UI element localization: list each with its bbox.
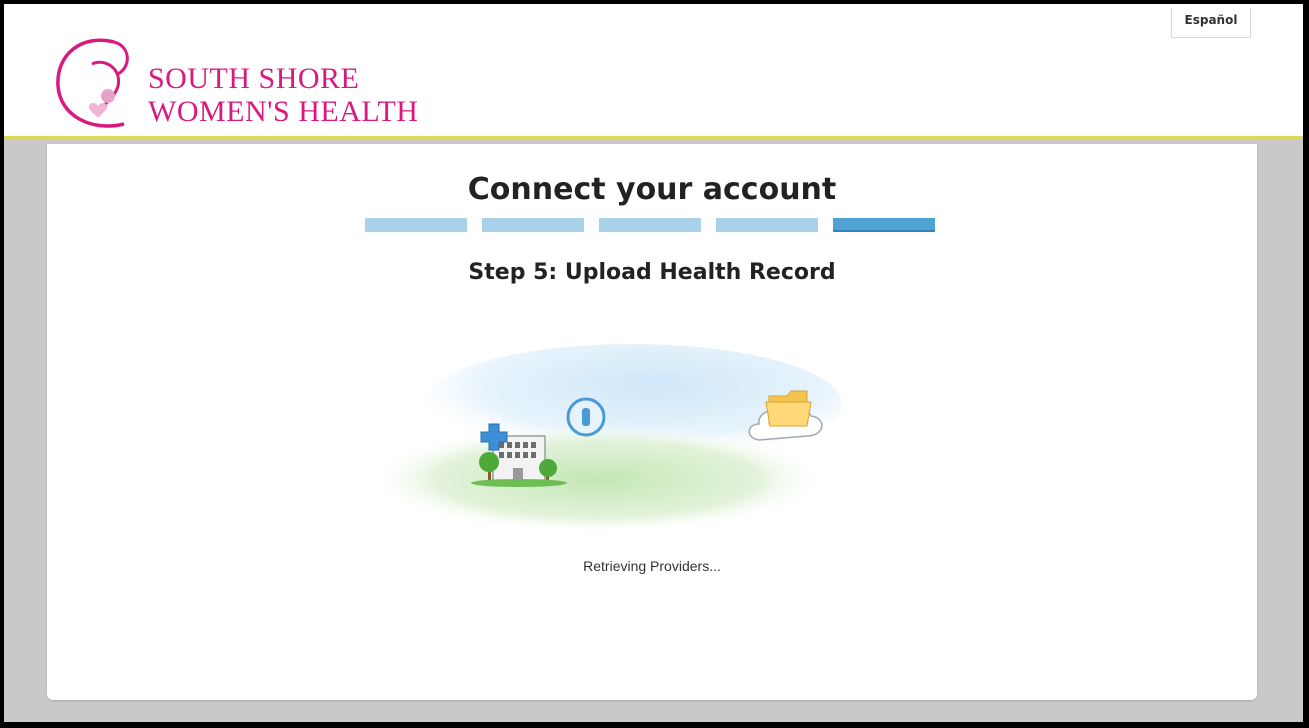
brand-name-line2: WOMEN'S HEALTH xyxy=(148,95,419,128)
logo-mark-icon xyxy=(56,38,129,128)
folder-icon xyxy=(765,390,812,427)
brand-logo[interactable]: SOUTH SHORE WOMEN'S HEALTH xyxy=(52,34,432,134)
info-icon xyxy=(566,397,606,437)
browser-viewport: SOUTH SHORE WOMEN'S HEALTH Español Conne… xyxy=(4,4,1303,722)
brand-name-line1: SOUTH SHORE xyxy=(148,62,360,95)
progress-step-5 xyxy=(833,218,935,232)
upload-illustration xyxy=(387,344,842,534)
connect-account-panel: Connect your account Step 5: Upload Heal… xyxy=(47,144,1257,700)
progress-step-3 xyxy=(599,218,701,232)
progress-step-2 xyxy=(482,218,584,232)
step-progress-bar xyxy=(365,218,935,232)
site-header: SOUTH SHORE WOMEN'S HEALTH Español xyxy=(4,4,1303,140)
language-toggle-button[interactable]: Español xyxy=(1171,8,1251,38)
status-message: Retrieving Providers... xyxy=(583,558,721,574)
page-title: Connect your account xyxy=(467,172,837,207)
progress-step-4 xyxy=(716,218,818,232)
progress-step-1 xyxy=(365,218,467,232)
step-title: Step 5: Upload Health Record xyxy=(468,260,836,285)
